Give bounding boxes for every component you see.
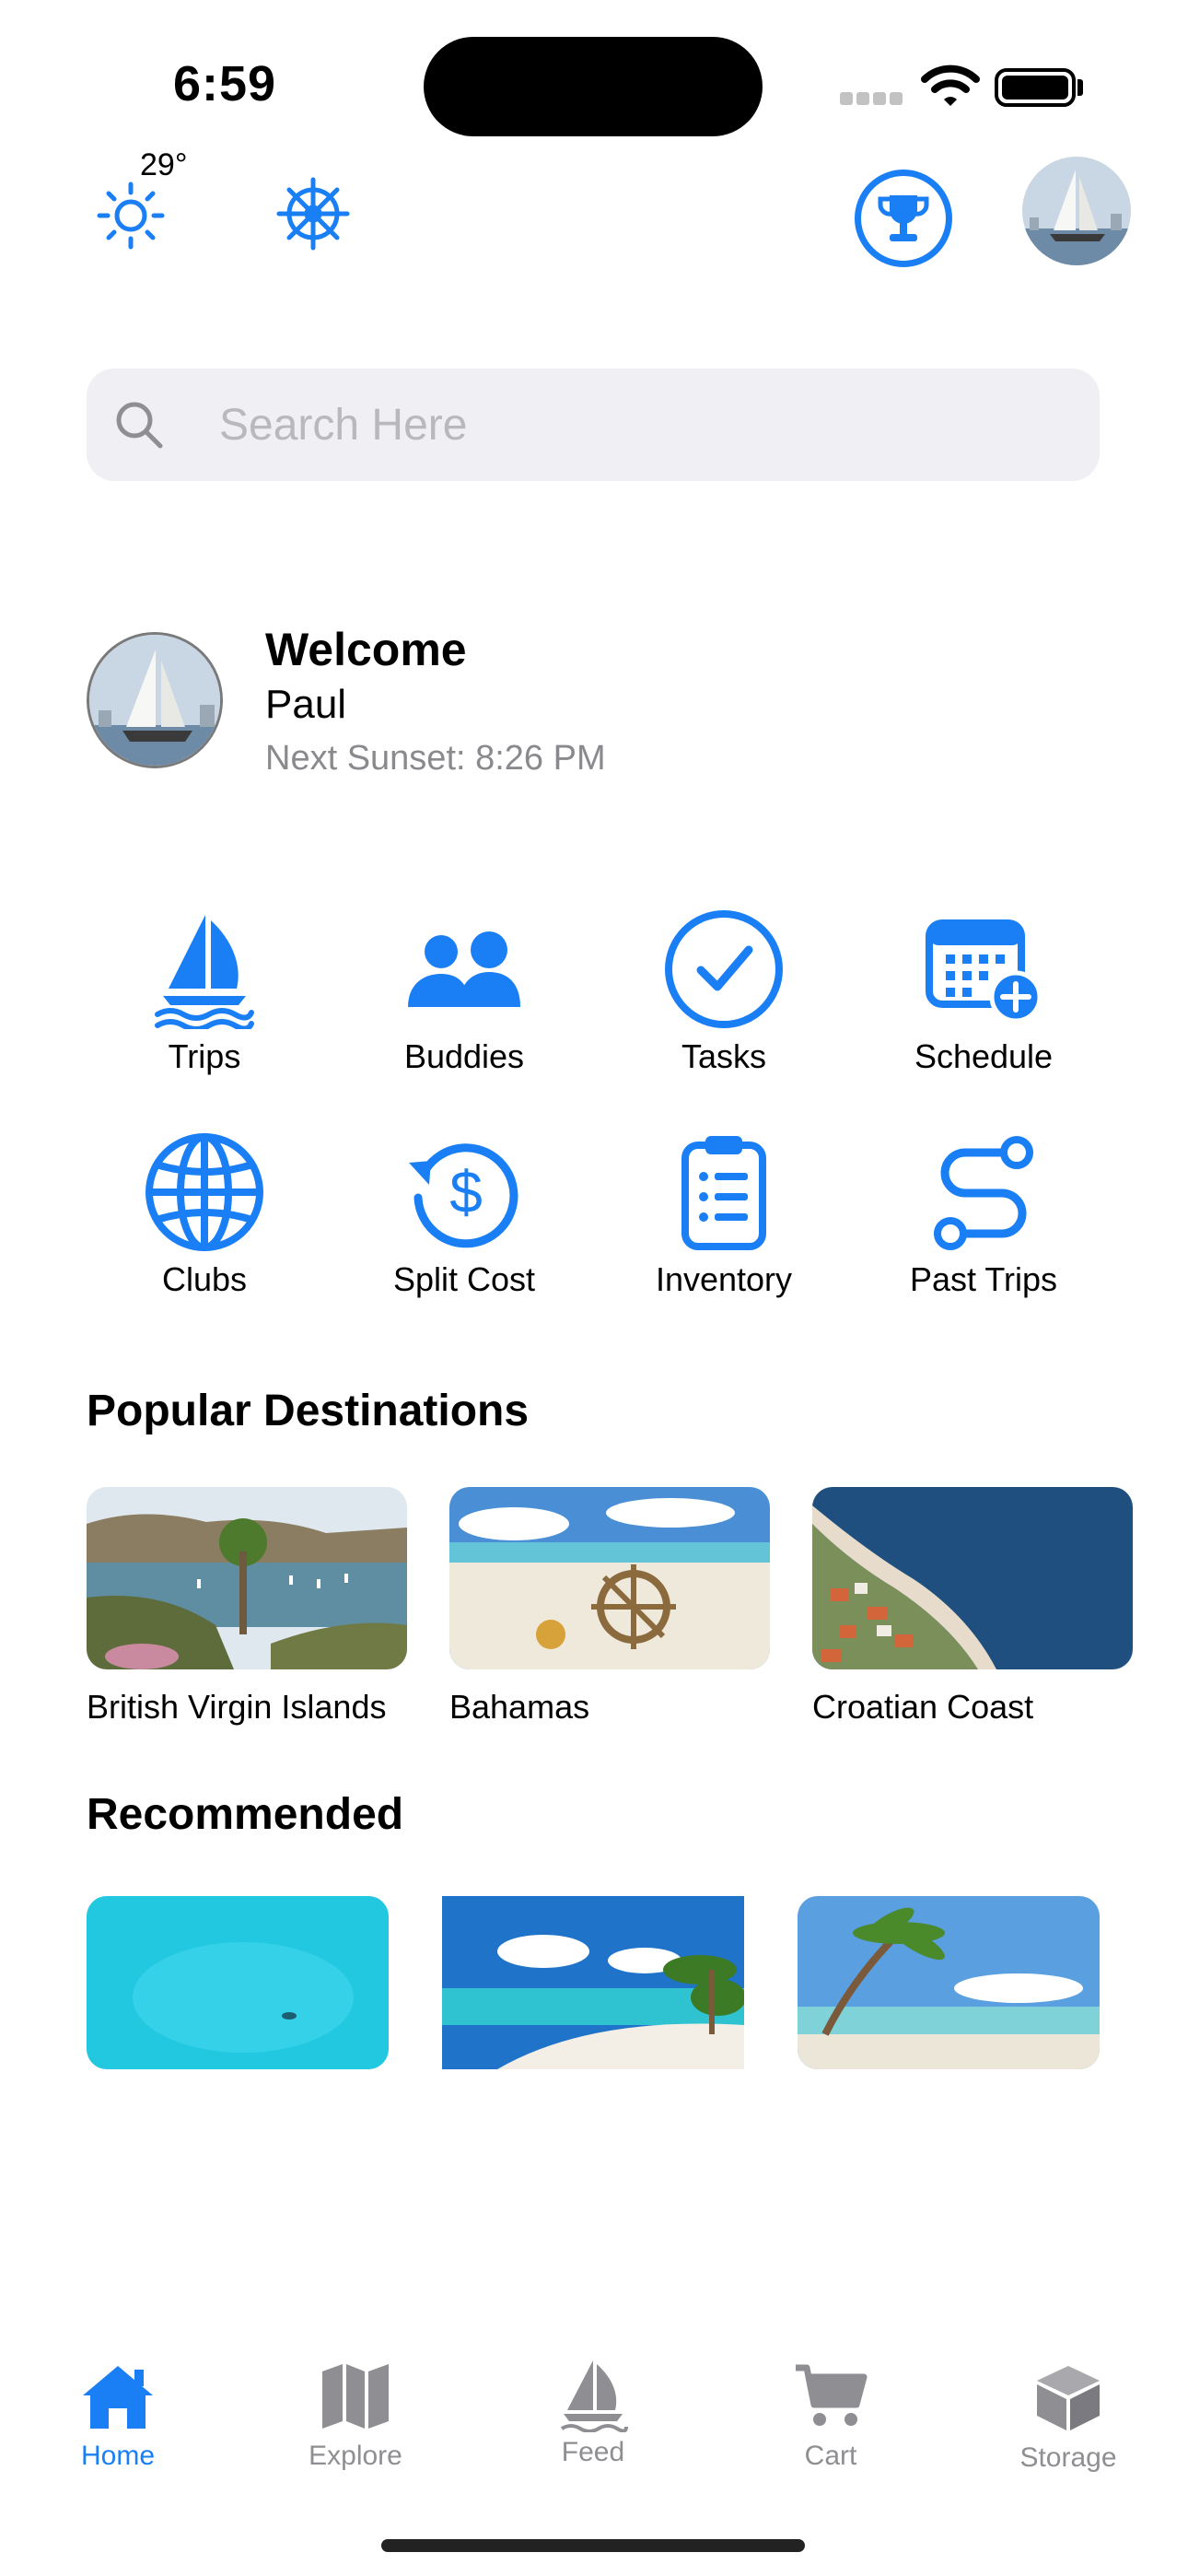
feature-label: Inventory <box>655 1260 793 1298</box>
feature-tasks[interactable]: Tasks <box>595 905 853 1089</box>
checkmark-circle-icon <box>665 910 783 1028</box>
feature-label: Split Cost <box>392 1260 536 1298</box>
sailboat-photo <box>89 635 220 766</box>
next-sunset-label: Next Sunset: 8:26 PM <box>265 739 606 778</box>
welcome-avatar <box>87 632 223 768</box>
cellular-signal-icon <box>840 92 904 105</box>
feature-inventory[interactable]: Inventory <box>595 1128 853 1312</box>
recommended-card-palm-tree[interactable] <box>798 1896 1100 2069</box>
sailboat-icon <box>560 2360 628 2433</box>
feature-label: Tasks <box>681 1037 767 1075</box>
tab-label: Cart <box>804 2441 857 2471</box>
tab-explore[interactable]: Explore <box>263 2362 448 2472</box>
feature-trips[interactable]: Trips <box>76 905 333 1089</box>
tab-home[interactable]: Home <box>26 2362 210 2472</box>
destination-label: Bahamas <box>449 1688 590 1726</box>
feature-label: Past Trips <box>909 1260 1058 1298</box>
tab-label: Explore <box>309 2441 402 2471</box>
feature-past-trips[interactable]: Past Trips <box>855 1128 1112 1312</box>
feature-split-cost[interactable]: $ Split Cost <box>335 1128 593 1312</box>
feature-label: Buddies <box>403 1037 525 1075</box>
svg-text:$: $ <box>449 1159 483 1225</box>
cart-icon <box>796 2364 868 2426</box>
destination-card-bvi[interactable]: British Virgin Islands <box>87 1487 407 1727</box>
welcome-username: Paul <box>265 682 347 727</box>
battery-cap <box>1077 79 1083 96</box>
feature-schedule[interactable]: Schedule <box>855 905 1112 1089</box>
destination-label: Croatian Coast <box>812 1688 1034 1726</box>
status-time: 6:59 <box>173 56 277 111</box>
sun-icon[interactable] <box>96 181 166 251</box>
feature-label: Clubs <box>161 1260 248 1298</box>
tab-label: Home <box>80 2441 156 2471</box>
destination-image <box>87 1487 407 1669</box>
box-icon <box>1037 2366 1100 2430</box>
recommended-card-turquoise-water[interactable] <box>87 1896 389 2069</box>
destination-image <box>449 1487 770 1669</box>
destination-card-bahamas[interactable]: Bahamas <box>449 1487 770 1727</box>
welcome-title: Welcome <box>265 624 467 675</box>
globe-icon <box>146 1133 263 1251</box>
dollar-refresh-icon: $ <box>409 1143 518 1248</box>
home-indicator[interactable] <box>381 2539 805 2552</box>
feature-label: Trips <box>168 1037 241 1075</box>
tab-label: Storage <box>1019 2442 1117 2473</box>
map-icon <box>322 2364 389 2429</box>
destination-card-croatia[interactable]: Croatian Coast <box>812 1487 1133 1727</box>
search-bar[interactable] <box>87 369 1100 481</box>
recommended-image <box>798 1896 1100 2069</box>
sailboat-icon <box>155 915 254 1029</box>
trophy-icon <box>878 195 929 241</box>
feature-label: Schedule <box>914 1037 1054 1075</box>
trophy-button[interactable] <box>855 170 952 267</box>
battery-icon <box>995 68 1076 107</box>
recommended-card-beach-palms[interactable] <box>442 1896 744 2069</box>
profile-avatar-button[interactable] <box>1022 157 1131 265</box>
tab-feed[interactable]: Feed <box>501 2359 685 2468</box>
search-icon <box>116 402 163 449</box>
recommended-image <box>87 1896 389 2069</box>
recommended-image <box>442 1896 744 2069</box>
dynamic-island <box>424 37 763 136</box>
recommended-heading: Recommended <box>87 1790 404 1839</box>
people-icon <box>408 931 520 1007</box>
tab-cart[interactable]: Cart <box>739 2362 923 2472</box>
sailboat-photo <box>1022 157 1131 265</box>
feature-buddies[interactable]: Buddies <box>335 905 593 1089</box>
temperature-label: 29° <box>140 147 188 182</box>
clipboard-list-icon <box>681 1136 766 1250</box>
tab-label: Feed <box>561 2437 625 2467</box>
ship-wheel-icon[interactable] <box>276 177 350 251</box>
search-input[interactable] <box>219 369 1048 481</box>
destination-image <box>812 1487 1133 1669</box>
house-icon <box>83 2366 153 2429</box>
wifi-icon <box>921 64 980 106</box>
feature-clubs[interactable]: Clubs <box>76 1128 333 1312</box>
popular-destinations-heading: Popular Destinations <box>87 1387 530 1435</box>
tab-storage[interactable]: Storage <box>976 2362 1160 2474</box>
calendar-plus-icon <box>926 919 1042 1024</box>
route-icon <box>934 1136 1033 1250</box>
destination-label: British Virgin Islands <box>87 1688 387 1726</box>
